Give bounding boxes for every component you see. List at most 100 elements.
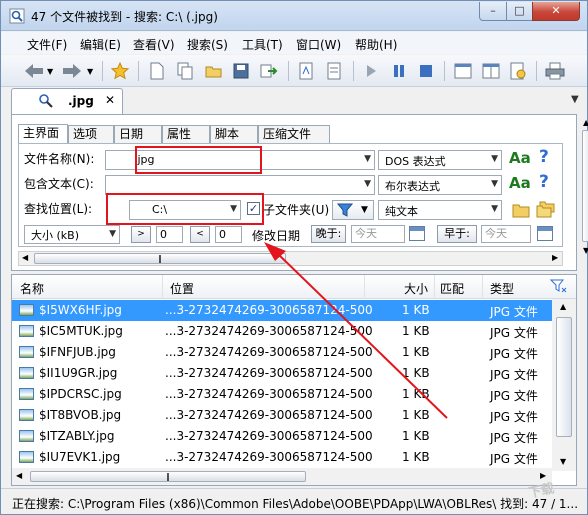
scroll-up-icon[interactable]: ▲ — [560, 302, 566, 311]
stop-icon[interactable] — [417, 62, 435, 80]
table-row[interactable]: $IU7EVK1.jpg ...3-2732474269-3006587124-5… — [12, 447, 552, 467]
column-type[interactable]: 类型 — [490, 280, 514, 297]
open-folder-icon[interactable] — [205, 62, 223, 80]
horizontal-scrollbar[interactable]: ◀ ‖ ▶ — [18, 251, 563, 266]
menu-edit[interactable]: 编辑(E) — [80, 36, 121, 53]
contains-input[interactable]: ▼ — [105, 175, 375, 195]
date-after-input[interactable]: 今天 — [351, 225, 405, 243]
tab-search-jpg[interactable]: .jpg ✕ — [11, 88, 123, 114]
chevron-down-icon[interactable]: ▼ — [364, 179, 371, 189]
scroll-down-icon[interactable]: ▼ — [583, 246, 588, 255]
tab-main[interactable]: 主界面 — [18, 124, 68, 143]
print-icon[interactable] — [545, 62, 565, 80]
pause-icon[interactable] — [390, 62, 408, 80]
date-after-button[interactable]: 晚于: — [311, 225, 346, 243]
panel-scrollbar[interactable]: ▲ ▼ — [580, 118, 588, 268]
help-icon[interactable]: ? — [539, 172, 549, 192]
size-greater-button[interactable]: > — [131, 226, 151, 243]
settings-icon[interactable] — [509, 62, 527, 80]
calendar-icon[interactable] — [537, 226, 553, 241]
chevron-down-icon[interactable]: ▼ — [491, 204, 498, 214]
column-size[interactable]: 大小 — [404, 280, 428, 297]
size-greater-input[interactable]: 0 — [156, 226, 183, 243]
window-tile-icon[interactable] — [482, 62, 500, 80]
column-location[interactable]: 位置 — [170, 280, 194, 297]
magnifier-icon — [39, 94, 53, 108]
export-icon[interactable] — [260, 62, 278, 80]
table-row[interactable]: $IC5MTUK.jpg ...3-2732474269-3006587124-5… — [12, 321, 552, 342]
scroll-left-icon[interactable]: ◀ — [16, 471, 22, 480]
results-vertical-scrollbar[interactable]: ▲ ▼ — [552, 299, 576, 471]
table-row[interactable]: $IPDCRSC.jpg ...3-2732474269-3006587124-5… — [12, 384, 552, 405]
column-filter-icon[interactable] — [550, 279, 568, 295]
table-row[interactable]: $II1U9GR.jpg ...3-2732474269-3006587124-5… — [12, 363, 552, 384]
back-dropdown-icon[interactable]: ▼ — [47, 67, 53, 76]
close-button[interactable]: ✕ — [532, 2, 580, 21]
chevron-down-icon[interactable]: ▼ — [364, 154, 371, 164]
calendar-icon[interactable] — [409, 226, 425, 241]
scroll-down-icon[interactable]: ▼ — [560, 457, 566, 466]
date-before-input[interactable]: 今天 — [481, 225, 531, 243]
table-row[interactable]: $IFNFJUB.jpg ...3-2732474269-3006587124-5… — [12, 342, 552, 363]
tab-archive[interactable]: 压缩文件 — [258, 125, 330, 143]
new-document-icon[interactable] — [148, 62, 166, 80]
case-sensitive-icon[interactable]: Aa — [509, 149, 531, 167]
size-less-input[interactable]: 0 — [215, 226, 242, 243]
size-unit-select[interactable]: 大小 (kB) ▼ — [24, 225, 120, 244]
column-match[interactable]: 匹配 — [440, 280, 464, 297]
results-horizontal-scrollbar[interactable]: ◀ ‖ ▶ — [12, 468, 552, 485]
window-cascade-icon[interactable] — [454, 62, 472, 80]
minimize-button[interactable]: – — [479, 2, 507, 21]
tab-script[interactable]: 脚本 — [210, 125, 258, 143]
favorite-star-icon[interactable] — [111, 62, 129, 80]
scroll-thumb[interactable]: ‖ — [34, 253, 286, 264]
menu-file[interactable]: 文件(F) — [27, 36, 67, 53]
menu-search[interactable]: 搜索(S) — [187, 36, 228, 53]
filename-mode-select[interactable]: DOS 表达式 ▼ — [378, 150, 502, 170]
tab-date[interactable]: 日期 — [114, 125, 162, 143]
menu-help[interactable]: 帮助(H) — [355, 36, 397, 53]
play-icon[interactable] — [362, 62, 380, 80]
report-alt-icon[interactable] — [325, 62, 343, 80]
scroll-thumb[interactable] — [556, 317, 572, 437]
menu-view[interactable]: 查看(V) — [133, 36, 175, 53]
file-name: $I5WX6HF.jpg — [39, 303, 122, 317]
case-sensitive-icon[interactable]: Aa — [509, 174, 531, 192]
report-icon[interactable] — [297, 62, 315, 80]
column-name[interactable]: 名称 — [20, 280, 44, 297]
table-row[interactable]: $IT8BVOB.jpg ...3-2732474269-3006587124-5… — [12, 405, 552, 426]
tab-list-dropdown-icon[interactable]: ▼ — [571, 94, 579, 105]
scroll-left-icon[interactable]: ◀ — [22, 253, 28, 262]
forward-icon[interactable] — [61, 62, 83, 80]
help-icon[interactable]: ? — [539, 147, 549, 167]
menu-window[interactable]: 窗口(W) — [296, 36, 341, 53]
save-icon[interactable] — [232, 62, 250, 80]
maximize-button[interactable]: □ — [506, 2, 533, 21]
scroll-right-icon[interactable]: ▶ — [552, 253, 558, 262]
size-less-button[interactable]: < — [190, 226, 210, 243]
chevron-down-icon[interactable]: ▼ — [109, 229, 116, 239]
chevron-down-icon[interactable]: ▼ — [491, 154, 498, 164]
browse-folder-icon[interactable] — [512, 202, 530, 218]
date-before-button[interactable]: 早于: — [437, 225, 477, 243]
highlight-box-location — [106, 193, 264, 225]
forward-dropdown-icon[interactable]: ▼ — [87, 67, 93, 76]
scroll-thumb[interactable] — [582, 130, 588, 242]
location-mode-select[interactable]: 纯文本 ▼ — [378, 200, 502, 220]
table-row[interactable]: $ITZABLY.jpg ...3-2732474269-3006587124-5… — [12, 426, 552, 447]
table-row[interactable]: $I5WX6HF.jpg ...3-2732474269-3006587124-5… — [12, 300, 552, 321]
copy-document-icon[interactable] — [176, 62, 194, 80]
file-path: ...3-2732474269-3006587124-500 — [165, 366, 373, 380]
tab-attributes[interactable]: 属性 — [162, 125, 210, 143]
menu-tools[interactable]: 工具(T) — [242, 36, 283, 53]
scroll-up-icon[interactable]: ▲ — [583, 118, 588, 127]
chevron-down-icon[interactable]: ▼ — [491, 179, 498, 189]
scroll-thumb[interactable]: ‖ — [30, 471, 306, 482]
back-icon[interactable] — [23, 62, 45, 80]
subfolders-label: 子文件夹(U) — [263, 203, 330, 217]
tab-close-icon[interactable]: ✕ — [105, 93, 115, 107]
folder-list-icon[interactable] — [536, 201, 556, 218]
contains-mode-select[interactable]: 布尔表达式 ▼ — [378, 175, 502, 195]
tab-options[interactable]: 选项 — [68, 125, 114, 143]
filter-button[interactable]: ▼ — [332, 200, 374, 220]
